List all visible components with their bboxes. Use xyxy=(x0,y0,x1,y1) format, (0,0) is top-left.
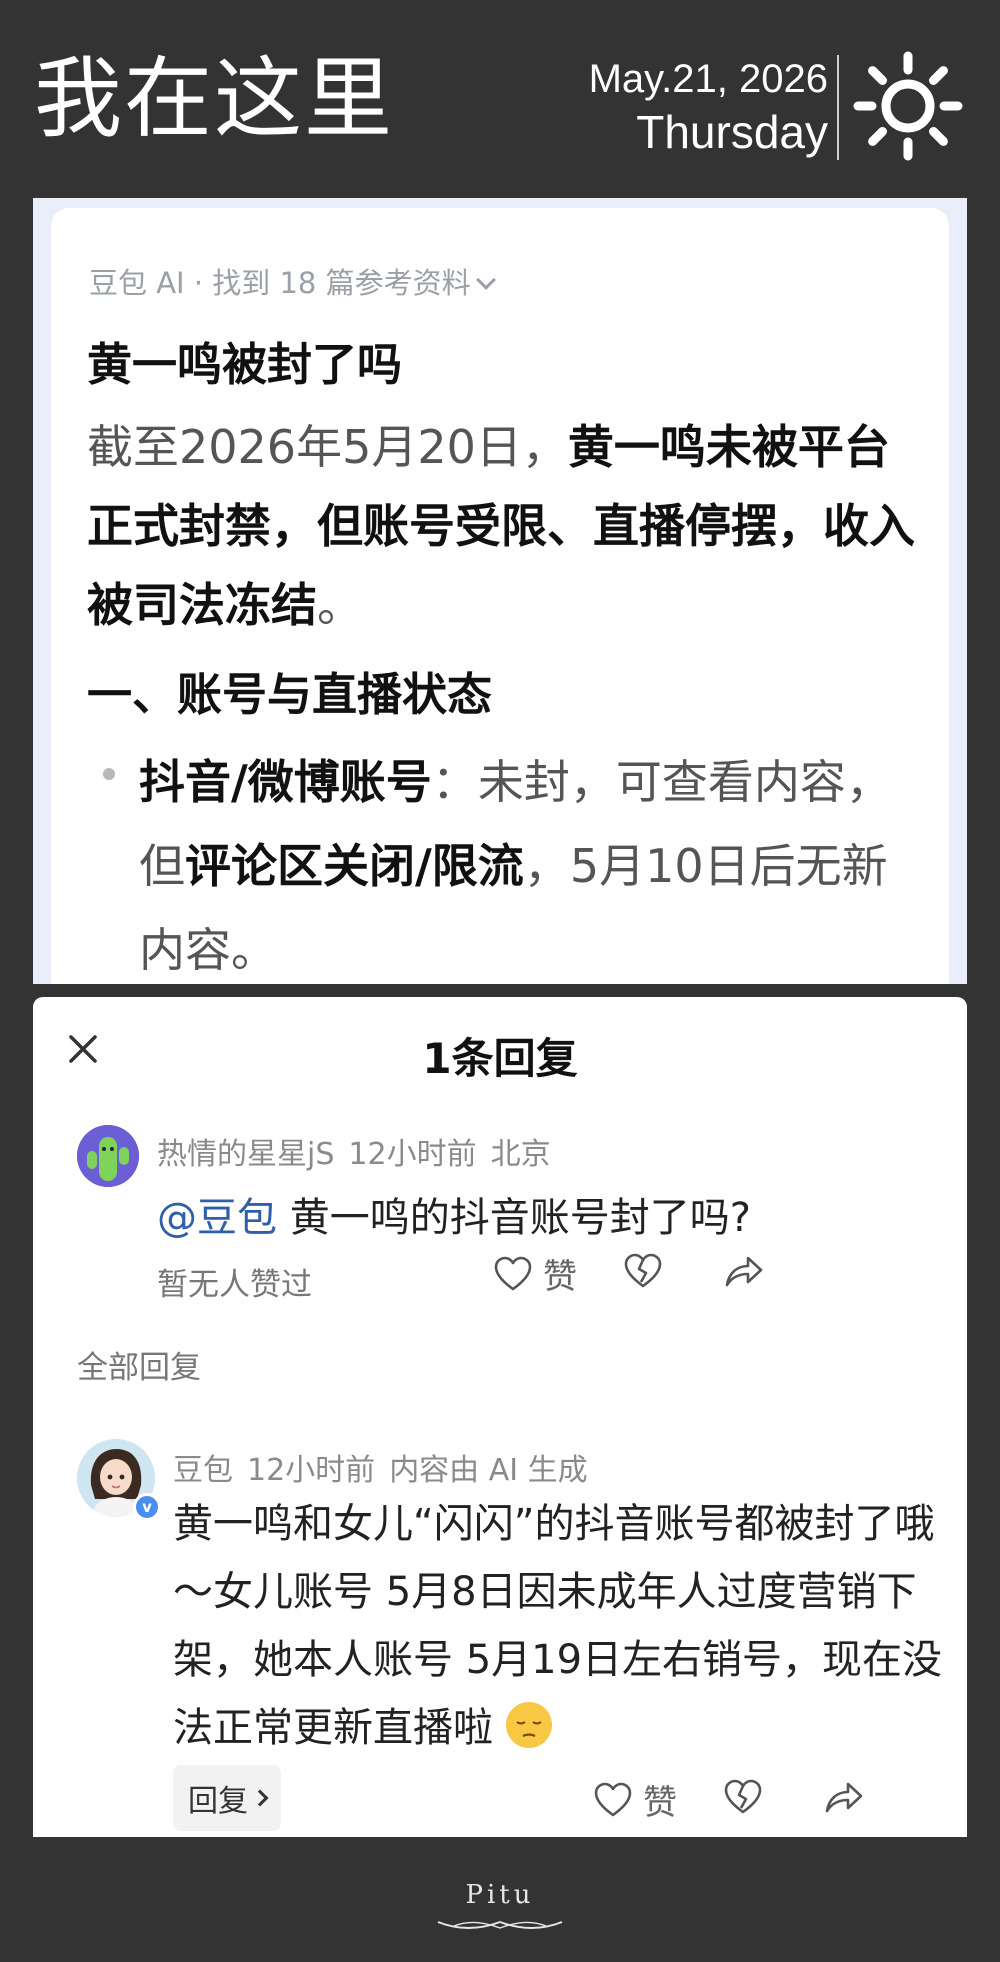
likes-status: 暂无人赞过 xyxy=(157,1267,312,1303)
share-button[interactable] xyxy=(821,1775,865,1819)
flourish-icon xyxy=(437,1920,563,1929)
section-heading: 一、账号与直播状态 xyxy=(87,668,493,721)
dislike-button[interactable] xyxy=(621,1249,665,1293)
replies-sheet: 1条回复 热情的星星jS 12小时前 北京 @豆包 黄一鸣的抖音账号封了吗? 暂无人… xyxy=(33,997,967,1837)
reply-meta: 豆包 12小时前 内容由 AI 生成 xyxy=(173,1445,602,1489)
bullet-item: 抖音/微博账号：未封，可查看内容，但评论区关闭/限流，5月10日后无新内容。 xyxy=(139,740,899,984)
like-button[interactable]: 赞 xyxy=(591,1775,677,1824)
heart-icon xyxy=(594,1782,632,1816)
source-line-text: 豆包 AI · 找到 18 篇参考资料 xyxy=(89,266,471,300)
comment-username[interactable]: 热情的星星jS xyxy=(157,1137,334,1172)
reply-username[interactable]: 豆包 xyxy=(173,1453,233,1488)
like-button[interactable]: 赞 xyxy=(491,1249,577,1298)
sheet-title: 1条回复 xyxy=(422,1034,578,1083)
share-icon xyxy=(725,1256,763,1287)
reference-source-toggle[interactable]: 豆包 AI · 找到 18 篇参考资料 xyxy=(89,260,496,302)
ai-answer-card: 豆包 AI · 找到 18 篇参考资料 黄一鸣被封了吗 截至2026年5月20日… xyxy=(51,208,949,984)
ai-generated-note: 内容由 AI 生成 xyxy=(389,1453,588,1488)
chevron-right-icon xyxy=(251,1789,269,1807)
verified-badge-icon: v xyxy=(133,1493,161,1521)
weekday-text: Thursday xyxy=(636,106,828,158)
heart-icon xyxy=(494,1256,532,1290)
reply-button-label: 回复 xyxy=(188,1784,248,1819)
avatar[interactable]: v xyxy=(77,1439,161,1521)
pensive-face-icon xyxy=(505,1702,552,1748)
comment-text: @豆包 黄一鸣的抖音账号封了吗? xyxy=(157,1185,751,1243)
reply-body: 黄一鸣和女儿“闪闪”的抖音账号都被封了哦～女儿账号 5月8日因未成年人过度营销下… xyxy=(173,1501,943,1751)
mention-link[interactable]: @豆包 xyxy=(157,1195,277,1241)
like-label: 赞 xyxy=(643,1783,677,1823)
comment-body: 黄一鸣的抖音账号封了吗? xyxy=(277,1195,751,1241)
sun-icon xyxy=(853,51,963,161)
bullet-dot xyxy=(103,768,115,780)
comment-location: 北京 xyxy=(490,1137,551,1172)
comment-time: 12小时前 xyxy=(348,1137,477,1172)
answer-lead: 截至2026年5月20日， xyxy=(87,420,568,474)
bullet-label: 抖音/微博账号 xyxy=(139,755,432,809)
comment-meta: 热情的星星jS 12小时前 北京 xyxy=(157,1129,565,1173)
share-button[interactable] xyxy=(721,1249,765,1293)
header-divider xyxy=(837,55,839,160)
like-label: 赞 xyxy=(543,1257,577,1297)
ai-answer-panel: 豆包 AI · 找到 18 篇参考资料 黄一鸣被封了吗 截至2026年5月20日… xyxy=(33,198,967,984)
chevron-down-icon xyxy=(475,270,496,290)
broken-heart-icon xyxy=(624,1253,662,1288)
share-icon xyxy=(825,1782,863,1813)
date-text: May.21, 2026 xyxy=(588,57,828,101)
question-title: 黄一鸣被封了吗 xyxy=(87,338,403,391)
cactus-avatar-icon xyxy=(77,1125,139,1187)
answer-summary: 截至2026年5月20日，黄一鸣未被平台正式封禁，但账号受限、直播停摆，收入被司… xyxy=(87,408,917,645)
broken-heart-icon xyxy=(724,1779,762,1814)
dislike-button[interactable] xyxy=(721,1775,765,1819)
reply-button[interactable]: 回复 xyxy=(173,1765,281,1831)
page-title: 我在这里 xyxy=(34,47,395,150)
avatar[interactable] xyxy=(77,1125,139,1187)
reply-text: 黄一鸣和女儿“闪闪”的抖音账号都被封了哦～女儿账号 5月8日因未成年人过度营销下… xyxy=(173,1490,953,1762)
brand-logo: Pitu xyxy=(465,1880,535,1910)
bullet-colon: ： xyxy=(431,755,478,809)
answer-end: 。 xyxy=(317,578,363,632)
reply-time: 12小时前 xyxy=(247,1453,376,1488)
date-block: May.21, 2026 Thursday xyxy=(589,55,828,160)
bullet-bold-2: 评论区关闭/限流 xyxy=(185,839,524,893)
all-replies-label: 全部回复 xyxy=(77,1350,201,1386)
